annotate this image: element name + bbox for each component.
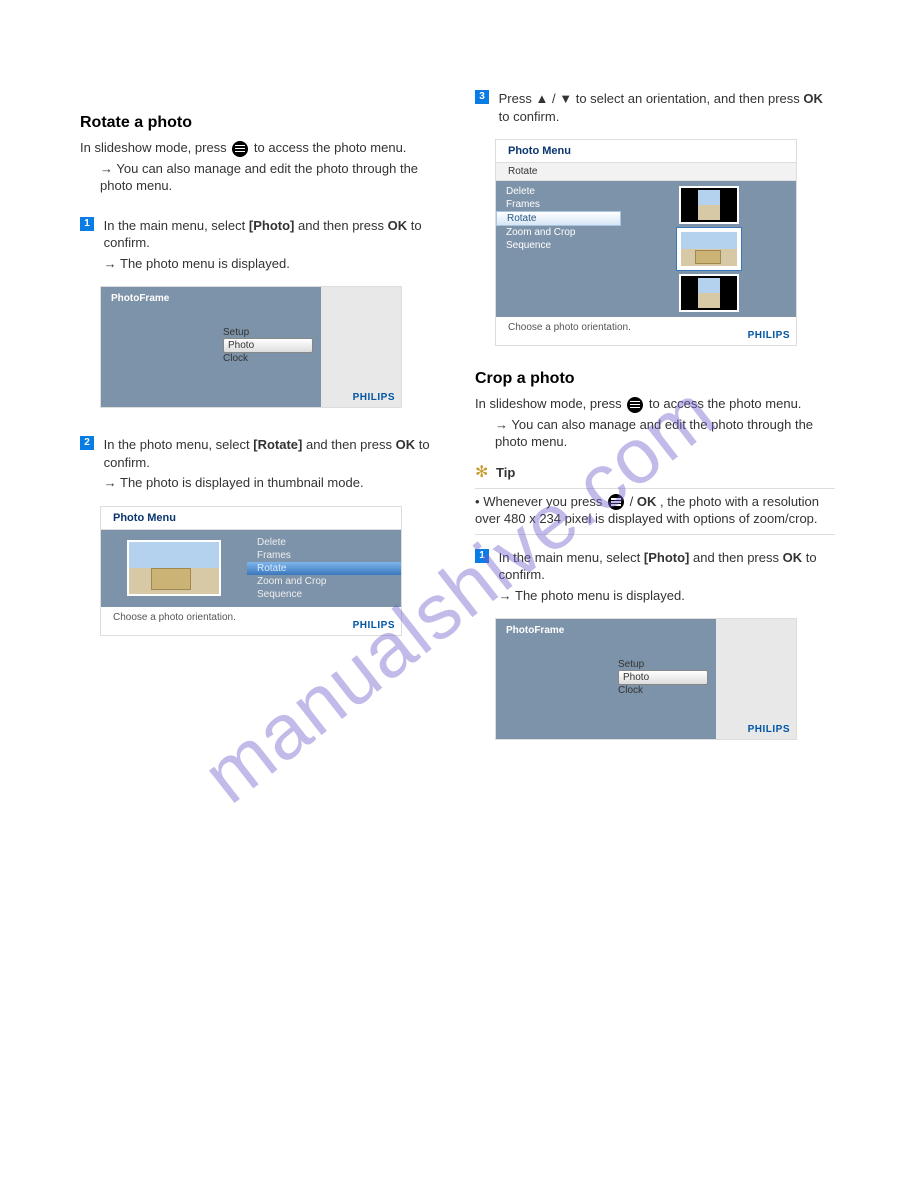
ss2-opt-delete: Delete [247,536,401,549]
ss1-title: PhotoFrame [101,287,321,310]
step1-a: In the main menu, select [104,218,249,233]
crop-step1-a: In the main menu, select [499,550,644,565]
step1-b: [Photo] [249,218,294,233]
ss4-opt-setup: Setup [618,659,708,670]
ss3-sub: Rotate [496,163,796,181]
step3-f: OK [803,91,823,106]
menu-icon [627,397,643,413]
step3-g: to confirm. [499,109,560,124]
screenshot-photoframe-2: PhotoFrame Setup Photo Clock PHILIPS [495,618,797,740]
screenshot-photo-menu-1: Photo Menu Delete Frames Rotate Zoom and… [100,506,402,636]
tip-box: ✻ Tip • Whenever you press / OK , the ph… [475,463,835,535]
step1-arrow-text: The photo menu is displayed. [120,256,290,271]
ss4-opt-clock: Clock [618,685,708,696]
tip-text-a: Whenever you press [483,494,606,509]
philips-logo: PHILIPS [748,724,790,735]
philips-logo: PHILIPS [353,392,395,403]
ss2-opt-zoom: Zoom and Crop [247,575,401,588]
intro-1a: In slideshow mode, press [80,140,230,155]
intro-1b: to access the photo menu. [254,140,406,155]
step1-c: and then press [298,218,388,233]
ss2-opt-frames: Frames [247,549,401,562]
ss2-footer: Choose a photo orientation. [113,612,236,623]
tip-text-b: / [630,494,637,509]
step2-c: and then press [306,437,396,452]
arrow-icon: → [499,587,512,605]
ss3-opt-rotate: Rotate [496,211,621,226]
arrow-icon: → [495,416,508,434]
screenshot-rotate-thumbs: Photo Menu Rotate Delete Frames Rotate Z… [495,139,797,346]
arrow-icon: → [100,160,113,178]
ss2-opt-rotate: Rotate [247,562,401,575]
screenshot-photoframe-1: PhotoFrame Setup Photo Clock PHILIPS [100,286,402,408]
crop-step1-c: and then press [693,550,783,565]
step3-a: Press [499,91,536,106]
crop-arrow-line: → You can also manage and edit the photo… [495,416,835,451]
step2-a: In the photo menu, select [104,437,254,452]
tip-bullet: • [475,494,480,509]
ss4-opt-photo: Photo [618,670,708,685]
step3-e: to select an orientation, and then press [576,91,804,106]
ss1-opt-photo: Photo [223,338,313,353]
tip-text-c: OK [637,494,657,509]
ss3-opt-delete: Delete [496,185,621,198]
step-2: 2 In the photo menu, select [Rotate] and… [80,436,440,492]
thumb-icon [127,540,221,596]
arrow-icon: → [104,474,117,492]
crop-intro-line: In slideshow mode, press to access the p… [475,396,835,413]
ss3-opt-frames: Frames [496,198,621,211]
crop-arrow-text: You can also manage and edit the photo t… [495,417,813,450]
ss1-opt-clock: Clock [223,353,313,364]
crop-step-1: 1 In the main menu, select [Photo] and t… [475,549,835,605]
down-icon: ▼ [559,91,572,106]
thumb-portrait-icon-2 [679,274,739,312]
ss3-opt-sequence: Sequence [496,239,621,252]
thumb-portrait-icon [679,186,739,224]
ss4-title: PhotoFrame [496,619,716,642]
step-num-2: 2 [80,436,94,450]
philips-logo: PHILIPS [748,330,790,341]
step2-b: [Rotate] [253,437,302,452]
ss2-header: Photo Menu [101,507,401,530]
tip-label: Tip [496,465,515,480]
step-num-3: 3 [475,90,489,104]
crop-intro-b: to access the photo menu. [649,396,801,411]
philips-logo: PHILIPS [353,620,395,631]
step2-d: OK [396,437,416,452]
ss3-footer: Choose a photo orientation. [508,322,631,333]
step2-arrow-text: The photo is displayed in thumbnail mode… [120,475,364,490]
ss3-header: Photo Menu [496,140,796,163]
arrow-icon: → [104,255,117,273]
step-num-1-crop: 1 [475,549,489,563]
crop-step1-d: OK [783,550,803,565]
step-3: 3 Press ▲ / ▼ to select an orientation, … [475,90,835,125]
step1-d: OK [388,218,408,233]
step3-c: / [552,91,556,106]
intro-arrow-line: → You can also manage and edit the photo… [100,160,440,195]
menu-icon [608,494,624,510]
heading-rotate: Rotate a photo [80,114,440,132]
step-1: 1 In the main menu, select [Photo] and t… [80,217,440,273]
crop-intro-a: In slideshow mode, press [475,396,625,411]
thumb-landscape-icon [679,230,739,268]
step-num-1: 1 [80,217,94,231]
intro-line-1: In slideshow mode, press to access the p… [80,140,440,157]
up-icon: ▲ [535,91,548,106]
ss2-opt-sequence: Sequence [247,588,401,601]
heading-crop: Crop a photo [475,370,835,388]
ss1-opt-setup: Setup [223,327,313,338]
crop-step1-b: [Photo] [644,550,689,565]
star-icon: ✻ [475,464,488,481]
menu-icon [232,141,248,157]
crop-step1-arrow-text: The photo menu is displayed. [515,588,685,603]
intro-arrow-text: You can also manage and edit the photo t… [100,161,418,194]
ss3-opt-zoom: Zoom and Crop [496,226,621,239]
